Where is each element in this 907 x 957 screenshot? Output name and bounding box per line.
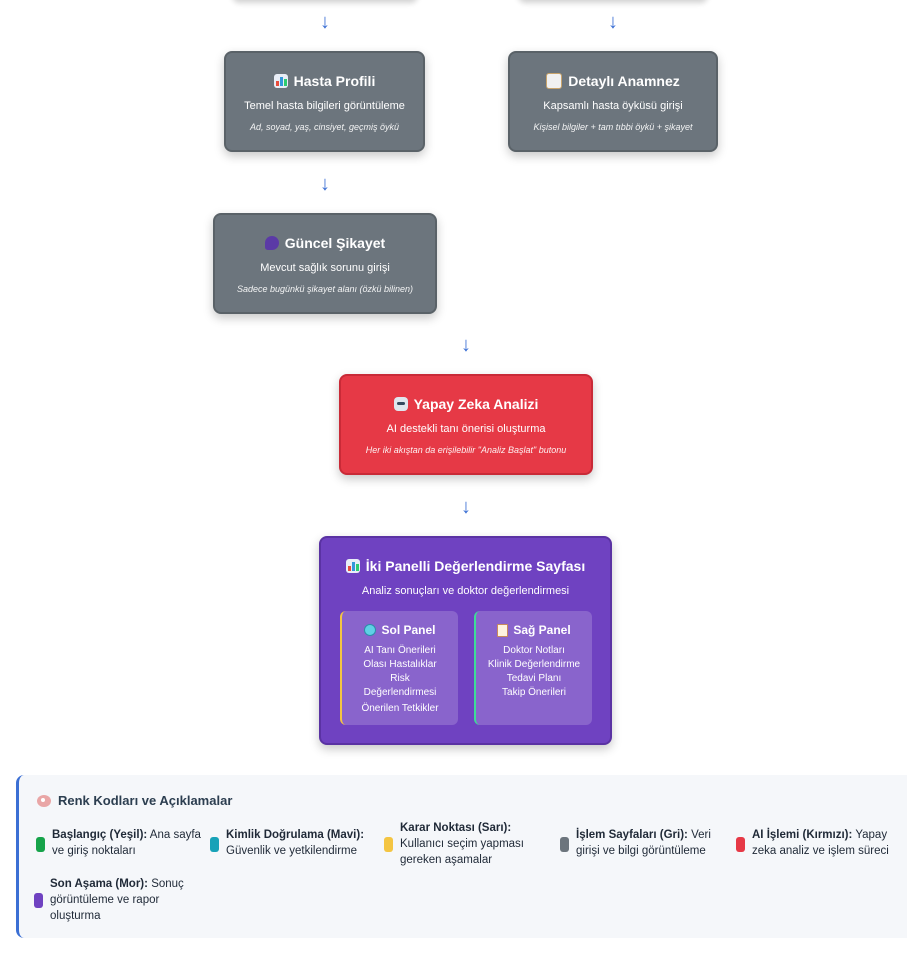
sag-panel-item: Klinik Değerlendirme [487,659,581,670]
sag-panel-item: Takip Önerileri [502,687,566,698]
sol-panel-item: Değerlendirmesi [363,687,437,698]
legend-item-karar: Karar Noktası (Sarı): Kullanıcı seçim ya… [384,820,540,868]
guncel-sikayet-title: Güncel Şikayet [284,235,386,251]
detayli-anamnez-subtitle: Kapsamlı hasta öyküsü girişi [543,100,683,112]
guncel-sikayet-title-row: Güncel Şikayet [215,235,435,251]
palette-icon [37,794,51,807]
legend-title-row: Renk Kodları ve Açıklamalar [37,793,232,808]
yapay-zeka-analizi-node[interactable]: Yapay Zeka Analizi AI destekli tanı öner… [339,374,593,475]
hasta-profili-subtitle: Temel hasta bilgileri görüntüleme [244,100,405,112]
legend-label: İşlem Sayfaları (Gri): [576,829,688,841]
legend-title: Renk Kodları ve Açıklamalar [58,793,233,808]
hasta-profili-note: Ad, soyad, yaş, cinsiyet, geçmiş öykü [249,122,400,132]
sol-panel-title-row: Sol Panel [342,623,458,637]
arrow-down-2: ↓ [608,11,618,33]
speech-icon [264,236,279,250]
legend-swatch [560,837,569,852]
legend-item-baslangic: Başlangıç (Yeşil): Ana sayfa ve giriş no… [36,827,202,859]
sol-panel[interactable]: Sol Panel AI Tanı Önerileri Olası Hastal… [340,611,458,725]
hasta-profili-title-row: Hasta Profili [226,73,423,89]
sag-panel-title: Sağ Panel [513,623,571,637]
legend-item-islem: İşlem Sayfaları (Gri): Veri girişi ve bi… [560,827,726,859]
yapay-zeka-title-row: Yapay Zeka Analizi [341,396,591,412]
arrow-down-1: ↓ [320,11,330,33]
sol-panel-item: Risk [390,673,410,684]
detayli-anamnez-note: Kişisel bilgiler + tam tıbbi öykü + şika… [533,122,693,132]
memo-icon [497,623,509,637]
sag-panel-title-row: Sağ Panel [476,623,592,637]
hasta-profili-node[interactable]: Hasta Profili Temel hasta bilgileri görü… [224,51,425,152]
iki-panelli-title-row: İki Panelli Değerlendirme Sayfası [321,558,610,574]
legend-swatch [34,893,43,908]
legend-item-kimlik: Kimlik Doğrulama (Mavi): Güvenlik ve yet… [210,827,386,859]
hasta-profili-title: Hasta Profili [293,73,376,89]
arrow-down-4: ↓ [461,334,471,356]
magnifier-icon [364,624,377,636]
yapay-zeka-title: Yapay Zeka Analizi [413,396,539,412]
legend-item-son: Son Aşama (Mor): Sonuç görüntüleme ve ra… [34,876,200,924]
sol-panel-title: Sol Panel [381,623,436,637]
sol-panel-item: Önerilen Tetkikler [361,703,439,714]
sol-panel-item: AI Tanı Önerileri [364,645,436,656]
legend-swatch [736,837,745,852]
detayli-anamnez-node[interactable]: Detaylı Anamnez Kapsamlı hasta öyküsü gi… [508,51,718,152]
legend-item-ai: AI İşlemi (Kırmızı): Yapay zeka analiz v… [736,827,897,859]
arrow-down-5: ↓ [461,496,471,518]
legend-label: Son Aşama (Mor): [50,878,148,890]
iki-panelli-subtitle: Analiz sonuçları ve doktor değerlendirme… [361,585,570,597]
bar-chart-icon [273,74,288,88]
detayli-anamnez-title: Detaylı Anamnez [568,73,680,89]
yapay-zeka-subtitle: AI destekli tanı önerisi oluşturma [386,423,546,435]
yapay-zeka-note: Her iki akıştan da erişilebilir "Analiz … [365,445,567,455]
color-legend: Renk Kodları ve Açıklamalar Başlangıç (Y… [16,775,907,938]
guncel-sikayet-node[interactable]: Güncel Şikayet Mevcut sağlık sorunu giri… [213,213,437,314]
legend-label: AI İşlemi (Kırmızı): [752,829,853,841]
legend-desc: Güvenlik ve yetkilendirme [226,845,358,857]
legend-desc: Kullanıcı seçim yapması gereken aşamalar [400,838,524,866]
legend-label: Kimlik Doğrulama (Mavi): [226,829,365,841]
arrow-down-3: ↓ [320,173,330,195]
legend-swatch [384,837,393,852]
iki-panelli-title: İki Panelli Değerlendirme Sayfası [365,558,586,574]
legend-label: Başlangıç (Yeşil): [52,829,148,841]
sag-panel-item: Doktor Notları [503,645,565,656]
bar-chart-icon [345,559,360,573]
robot-icon [393,397,408,411]
clipboard-icon [546,73,563,89]
legend-swatch [36,837,45,852]
legend-label: Karar Noktası (Sarı): [400,822,512,834]
detayli-anamnez-title-row: Detaylı Anamnez [510,73,716,89]
sag-panel[interactable]: Sağ Panel Doktor Notları Klinik Değerlen… [474,611,592,725]
guncel-sikayet-note: Sadece bugünkü şikayet alanı (özkü bilin… [236,284,414,294]
legend-swatch [210,837,219,852]
sol-panel-item: Olası Hastalıklar [363,659,437,670]
sag-panel-item: Tedavi Planı [506,673,562,684]
guncel-sikayet-subtitle: Mevcut sağlık sorunu girişi [260,262,390,274]
